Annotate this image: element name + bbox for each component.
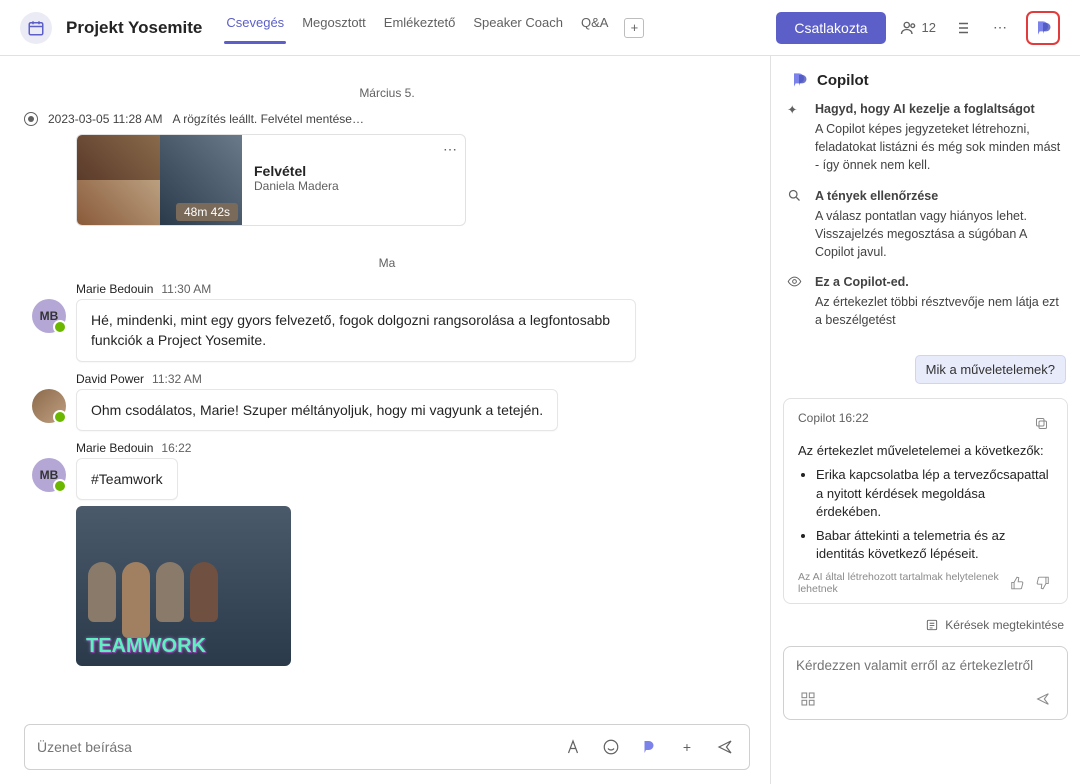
date-divider-today: Ma: [24, 256, 750, 270]
chat-pane: Március 5. 2023-03-05 11:28 AM A rögzíté…: [0, 56, 770, 784]
message-body: Ohm csodálatos, Marie! Szuper méltányolj…: [76, 389, 558, 431]
copilot-reply: Copilot 16:22 Az értekezlet műveleteleme…: [783, 398, 1068, 604]
list-icon[interactable]: [950, 16, 974, 40]
message: Marie Bedouin16:22 MB #Teamwork TEAMWORK: [24, 441, 750, 666]
participants-count[interactable]: 12: [900, 19, 936, 37]
compose-input[interactable]: [37, 739, 561, 755]
avatar[interactable]: [32, 389, 66, 423]
gif-caption: TEAMWORK: [86, 635, 206, 658]
copilot-input-box[interactable]: [783, 646, 1068, 720]
more-icon[interactable]: ⋯: [988, 16, 1012, 40]
record-icon: [24, 112, 38, 126]
plus-icon[interactable]: +: [675, 735, 699, 759]
tab-shared[interactable]: Megosztott: [300, 11, 368, 44]
send-icon[interactable]: [1031, 687, 1055, 711]
compose-box[interactable]: +: [24, 724, 750, 770]
avatar[interactable]: MB: [32, 458, 66, 492]
recording-card[interactable]: 48m 42s ⋯ Felvétel Daniela Madera: [76, 134, 466, 226]
eye-icon: [787, 273, 805, 329]
avatar[interactable]: MB: [32, 299, 66, 333]
message: David Power11:32 AM Ohm csodálatos, Mari…: [24, 372, 750, 431]
suggestion-chip[interactable]: Mik a műveletelemek?: [915, 355, 1066, 384]
tab-chat[interactable]: Csevegés: [224, 11, 286, 44]
recording-author: Daniela Madera: [254, 179, 453, 193]
message: Marie Bedouin11:30 AM MB Hé, mindenki, m…: [24, 282, 750, 362]
search-icon: [787, 187, 805, 262]
recording-more-icon[interactable]: ⋯: [443, 141, 457, 158]
tab-qa[interactable]: Q&A: [579, 11, 610, 44]
copy-icon[interactable]: [1029, 411, 1053, 435]
thumbs-down-icon[interactable]: [1033, 571, 1053, 595]
thumbs-up-icon[interactable]: [1007, 571, 1027, 595]
message-body: #Teamwork: [76, 458, 178, 500]
recording-status-line: 2023-03-05 11:28 AM A rögzítés leállt. F…: [24, 112, 750, 126]
recording-duration: 48m 42s: [176, 203, 238, 221]
copilot-header: Copilot: [771, 56, 1080, 100]
top-bar: Projekt Yosemite Csevegés Megosztott Eml…: [0, 0, 1080, 56]
tab-row: Csevegés Megosztott Emlékeztető Speaker …: [224, 11, 644, 44]
copilot-toggle-button[interactable]: [1026, 11, 1060, 45]
meeting-title: Projekt Yosemite: [66, 18, 202, 38]
calendar-icon: [20, 12, 52, 44]
date-divider: Március 5.: [24, 86, 750, 100]
copilot-compose-icon[interactable]: [637, 735, 661, 759]
recording-thumbnail: 48m 42s: [77, 135, 242, 225]
message-body: Hé, mindenki, mint egy gyors felvezető, …: [76, 299, 636, 362]
send-icon[interactable]: [713, 735, 737, 759]
copilot-panel: Copilot ✦ Hagyd, hogy AI kezelje a fogla…: [770, 56, 1080, 784]
copilot-input[interactable]: [796, 658, 1055, 673]
copilot-logo-icon: [789, 70, 809, 90]
tab-speaker-coach[interactable]: Speaker Coach: [471, 11, 565, 44]
format-icon[interactable]: [561, 735, 585, 759]
recording-title: Felvétel: [254, 163, 453, 179]
view-requests-link[interactable]: Kérések megtekintése: [771, 608, 1080, 642]
prompts-icon[interactable]: [796, 687, 820, 711]
join-button[interactable]: Csatlakozta: [776, 12, 885, 44]
gif-attachment[interactable]: TEAMWORK: [76, 506, 291, 666]
add-tab-button[interactable]: +: [624, 18, 644, 38]
sparkle-icon: ✦: [787, 100, 805, 175]
emoji-icon[interactable]: [599, 735, 623, 759]
tab-notes[interactable]: Emlékeztető: [382, 11, 458, 44]
